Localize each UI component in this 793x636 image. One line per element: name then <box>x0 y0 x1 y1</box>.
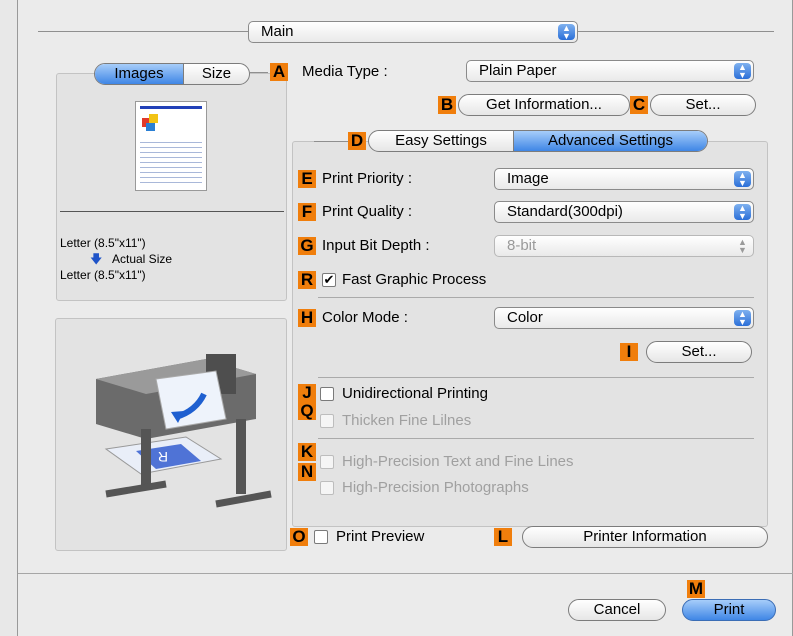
paper-output-text: Letter (8.5"x11") <box>60 268 146 282</box>
callout-m: M <box>687 579 705 598</box>
thumbnail-lines <box>140 138 202 186</box>
print-button[interactable]: Print <box>682 599 776 621</box>
scaling-text: Actual Size <box>112 252 173 266</box>
main-popup-value: Main <box>261 23 294 40</box>
thicken-checkbox[interactable] <box>320 414 334 428</box>
thicken-label: Thicken Fine Lilnes <box>342 412 472 429</box>
print-priority-popup[interactable]: Image ▲ ▼ <box>494 168 754 190</box>
popup-arrows-icon: ▲ ▼ <box>558 24 575 41</box>
set-media-button[interactable]: Set... <box>650 94 756 116</box>
fast-graphic-label: Fast Graphic Process <box>342 271 487 288</box>
input-bit-depth-popup[interactable]: 8-bit ▲ ▼ <box>494 235 754 257</box>
get-information-button[interactable]: Get Information... <box>458 94 630 116</box>
callout-g: G <box>298 237 316 255</box>
color-mode-popup[interactable]: Color ▲ ▼ <box>494 307 754 329</box>
media-type-popup[interactable]: Plain Paper ▲ ▼ <box>466 60 754 82</box>
high-precision-text-label: High-Precision Text and Fine Lines <box>342 453 574 470</box>
popup-arrows-icon: ▲ ▼ <box>734 204 751 221</box>
media-type-label: Media Type : <box>302 63 388 80</box>
main-popup[interactable]: Main ▲ ▼ <box>248 21 578 43</box>
set-color-button[interactable]: Set... <box>646 341 752 363</box>
color-mode-value: Color <box>507 309 543 326</box>
callout-a: A <box>270 63 288 81</box>
svg-text:R: R <box>158 449 168 465</box>
popup-arrows-icon: ▲ ▼ <box>734 310 751 327</box>
color-mode-label: Color Mode : <box>322 309 408 326</box>
callout-r: R <box>298 271 316 289</box>
popup-arrows-icon: ▲ ▼ <box>734 63 751 80</box>
callout-k: K <box>298 443 316 461</box>
unidirectional-checkbox[interactable] <box>320 387 334 401</box>
separator-right <box>578 31 774 32</box>
page-thumbnail <box>135 101 207 191</box>
printer-image-panel: R <box>55 318 287 551</box>
print-quality-value: Standard(300dpi) <box>507 203 623 220</box>
callout-i: I <box>620 343 638 361</box>
input-bit-depth-value: 8-bit <box>507 237 537 254</box>
print-priority-label: Print Priority : <box>322 170 413 187</box>
tab-images[interactable]: Images <box>95 64 183 84</box>
callout-b: B <box>438 96 456 114</box>
print-quality-popup[interactable]: Standard(300dpi) ▲ ▼ <box>494 201 754 223</box>
callout-d: D <box>348 132 366 150</box>
printer-illustration-icon: R <box>96 354 272 508</box>
unidirectional-label: Unidirectional Printing <box>342 385 488 402</box>
popup-arrows-icon: ▲ ▼ <box>734 171 751 188</box>
media-type-value: Plain Paper <box>479 62 557 79</box>
input-bit-depth-label: Input Bit Depth : <box>322 237 430 254</box>
print-quality-label: Print Quality : <box>322 203 413 220</box>
print-preview-label: Print Preview <box>336 528 425 545</box>
print-dialog: Main ▲ ▼ Images Size Letter (8.5"x11") 🡇 … <box>17 0 793 636</box>
high-precision-photo-checkbox[interactable] <box>320 481 334 495</box>
callout-f: F <box>298 203 316 221</box>
preview-tabs: Images Size <box>94 63 250 85</box>
callout-h: H <box>298 309 316 327</box>
high-precision-photo-label: High-Precision Photographs <box>342 479 529 496</box>
separator-left <box>38 31 248 32</box>
print-priority-value: Image <box>507 170 549 187</box>
callout-q: Q <box>298 402 316 420</box>
paper-source-text: Letter (8.5"x11") <box>60 236 146 250</box>
cancel-button[interactable]: Cancel <box>568 599 666 621</box>
print-preview-checkbox[interactable] <box>314 530 328 544</box>
callout-o: O <box>290 528 308 546</box>
callout-n: N <box>298 463 316 481</box>
popup-arrows-icon: ▲ ▼ <box>738 237 747 255</box>
high-precision-text-checkbox[interactable] <box>320 455 334 469</box>
settings-tabs: Easy Settings Advanced Settings <box>368 130 708 152</box>
tab-easy-settings[interactable]: Easy Settings <box>369 131 513 151</box>
callout-l: L <box>494 528 512 546</box>
fast-graphic-checkbox[interactable]: ✔ <box>322 273 336 287</box>
thumbnail-graphic-icon <box>142 114 160 132</box>
callout-j: J <box>298 384 316 402</box>
preview-divider <box>60 211 284 212</box>
callout-e: E <box>298 170 316 188</box>
tab-size[interactable]: Size <box>183 64 249 84</box>
thumbnail-bar <box>140 106 202 109</box>
callout-c: C <box>630 96 648 114</box>
tab-advanced-settings[interactable]: Advanced Settings <box>513 131 707 151</box>
printer-information-button[interactable]: Printer Information <box>522 526 768 548</box>
